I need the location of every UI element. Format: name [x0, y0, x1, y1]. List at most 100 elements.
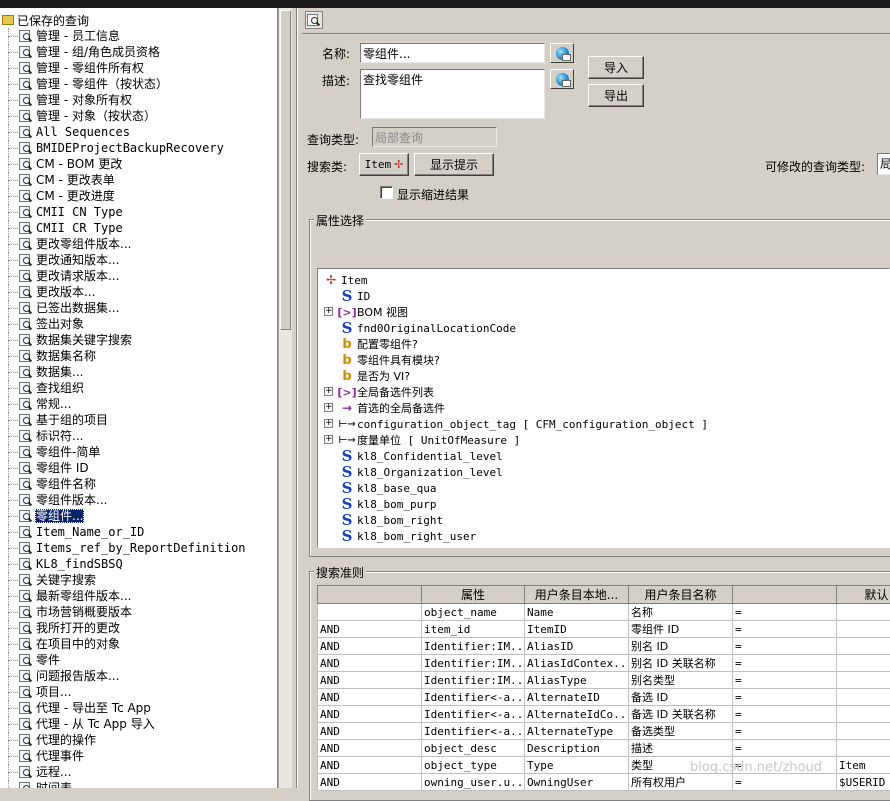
search-class-button[interactable]: Item ✢: [359, 153, 409, 176]
saved-query-item[interactable]: 更改版本...: [0, 284, 278, 300]
saved-query-item[interactable]: 代理事件: [0, 748, 278, 764]
attribute-row[interactable]: +→首选的全局备选件: [340, 400, 445, 416]
attribute-row[interactable]: Skl8_base_qua: [340, 480, 436, 496]
saved-query-item[interactable]: 代理的操作: [0, 732, 278, 748]
criteria-cell[interactable]: AND: [318, 723, 422, 740]
saved-query-item[interactable]: 时间表...: [0, 780, 278, 788]
criteria-cell[interactable]: ItemID: [525, 621, 629, 638]
criteria-cell[interactable]: AlternateType: [525, 723, 629, 740]
criteria-cell[interactable]: 别名 ID 关联名称: [629, 655, 733, 672]
attribute-row[interactable]: +[>]全局备选件列表: [340, 384, 434, 400]
attribute-row[interactable]: Skl8_bom_purp: [340, 496, 436, 512]
criteria-cell[interactable]: AND: [318, 638, 422, 655]
expand-icon[interactable]: +: [324, 403, 333, 412]
saved-query-item[interactable]: Item_Name_or_ID: [0, 524, 278, 540]
criteria-cell[interactable]: [837, 723, 890, 740]
left-scrollbar[interactable]: [278, 8, 292, 788]
criteria-cell[interactable]: AND: [318, 706, 422, 723]
saved-query-item[interactable]: 数据集关键字搜索: [0, 332, 278, 348]
show-hint-button[interactable]: 显示提示: [414, 153, 494, 176]
criteria-cell[interactable]: Identifier:IM...: [422, 655, 525, 672]
saved-query-item[interactable]: CM - BOM 更改: [0, 156, 278, 172]
saved-query-item[interactable]: 零组件版本...: [0, 492, 278, 508]
criteria-cell[interactable]: =: [733, 621, 837, 638]
saved-query-item[interactable]: 数据集...: [0, 364, 278, 380]
criteria-cell[interactable]: [837, 740, 890, 757]
attribute-row[interactable]: +⊢→configuration_object_tag [ CFM_config…: [340, 416, 708, 432]
criteria-cell[interactable]: Identifier:IM...: [422, 638, 525, 655]
criteria-cell[interactable]: AliasType: [525, 672, 629, 689]
saved-query-item[interactable]: CM - 更改进度: [0, 188, 278, 204]
criteria-cell[interactable]: [318, 604, 422, 621]
criteria-cell[interactable]: AND: [318, 621, 422, 638]
criteria-row[interactable]: ANDIdentifier:IM...AliasID别名 ID=: [318, 638, 890, 655]
criteria-cell[interactable]: Type: [525, 757, 629, 774]
criteria-cell[interactable]: 零组件 ID: [629, 621, 733, 638]
criteria-row[interactable]: ANDobject_descDescription描述=: [318, 740, 890, 757]
saved-query-item[interactable]: 远程...: [0, 764, 278, 780]
criteria-cell[interactable]: object_type: [422, 757, 525, 774]
saved-query-item[interactable]: 零件: [0, 652, 278, 668]
saved-query-item[interactable]: 最新零组件版本...: [0, 588, 278, 604]
attribute-row[interactable]: Skl8_Organization_level: [340, 464, 503, 480]
criteria-cell[interactable]: =: [733, 706, 837, 723]
saved-query-item[interactable]: 管理 - 零组件所有权: [0, 60, 278, 76]
criteria-cell[interactable]: [837, 706, 890, 723]
saved-query-item[interactable]: 市场营销概要版本: [0, 604, 278, 620]
saved-query-item[interactable]: 在项目中的对象: [0, 636, 278, 652]
criteria-cell[interactable]: 备选 ID: [629, 689, 733, 706]
saved-query-item[interactable]: 代理 - 导出至 Tc App: [0, 700, 278, 716]
saved-query-item[interactable]: 问题报告版本...: [0, 668, 278, 684]
saved-query-item[interactable]: 更改零组件版本...: [0, 236, 278, 252]
attribute-row[interactable]: SID: [340, 288, 370, 304]
criteria-cell[interactable]: AliasIdContex...: [525, 655, 629, 672]
saved-query-item[interactable]: 常规...: [0, 396, 278, 412]
left-scrollbar-thumb[interactable]: [280, 10, 291, 330]
saved-query-item[interactable]: 零组件...: [0, 508, 278, 524]
criteria-cell[interactable]: Identifier:IM...: [422, 672, 525, 689]
saved-query-item[interactable]: 零组件名称: [0, 476, 278, 492]
criteria-cell[interactable]: object_desc: [422, 740, 525, 757]
name-localize-button[interactable]: [550, 43, 574, 63]
expand-icon[interactable]: +: [324, 419, 333, 428]
saved-query-item[interactable]: CMII CN Type: [0, 204, 278, 220]
saved-query-item[interactable]: BMIDEProjectBackupRecovery: [0, 140, 278, 156]
saved-query-item[interactable]: 管理 - 对象（按状态）: [0, 108, 278, 124]
criteria-column-header[interactable]: [318, 586, 422, 604]
attribute-row[interactable]: b配置零组件?: [340, 336, 418, 352]
attribute-row[interactable]: Skl8_bom_right: [340, 512, 443, 528]
saved-query-item[interactable]: 管理 - 组/角色成员资格: [0, 44, 278, 60]
criteria-row[interactable]: ANDitem_idItemID零组件 ID=: [318, 621, 890, 638]
expand-icon[interactable]: +: [324, 307, 333, 316]
criteria-cell[interactable]: [837, 689, 890, 706]
saved-query-item[interactable]: 零组件-简单: [0, 444, 278, 460]
criteria-column-header[interactable]: [733, 586, 837, 604]
criteria-cell[interactable]: AND: [318, 689, 422, 706]
criteria-column-header[interactable]: 默认: [837, 586, 890, 604]
criteria-cell[interactable]: AND: [318, 740, 422, 757]
criteria-cell[interactable]: AND: [318, 655, 422, 672]
criteria-cell[interactable]: 别名类型: [629, 672, 733, 689]
criteria-column-header[interactable]: 属性: [422, 586, 525, 604]
criteria-cell[interactable]: 名称: [629, 604, 733, 621]
criteria-row[interactable]: ANDIdentifier<-a...AlternateIdCo...备选 ID…: [318, 706, 890, 723]
saved-queries-root[interactable]: 已保存的查询: [2, 12, 89, 28]
saved-query-item[interactable]: 项目...: [0, 684, 278, 700]
attribute-row[interactable]: b是否为 VI?: [340, 368, 410, 384]
criteria-cell[interactable]: AND: [318, 757, 422, 774]
saved-query-item[interactable]: 查找组织: [0, 380, 278, 396]
criteria-cell[interactable]: =: [733, 740, 837, 757]
saved-query-item[interactable]: 管理 - 对象所有权: [0, 92, 278, 108]
criteria-row[interactable]: ANDIdentifier:IM...AliasType别名类型=: [318, 672, 890, 689]
modifiable-query-type-field[interactable]: 局: [877, 153, 890, 175]
saved-query-item[interactable]: All Sequences: [0, 124, 278, 140]
saved-query-item[interactable]: 管理 - 零组件（按状态）: [0, 76, 278, 92]
criteria-cell[interactable]: [837, 672, 890, 689]
saved-query-item[interactable]: 关键字搜索: [0, 572, 278, 588]
attribute-row[interactable]: Skl8_Confidential_level: [340, 448, 503, 464]
saved-query-item[interactable]: 数据集名称: [0, 348, 278, 364]
criteria-row[interactable]: object_nameName名称=: [318, 604, 890, 621]
criteria-cell[interactable]: AliasID: [525, 638, 629, 655]
saved-query-item[interactable]: 更改请求版本...: [0, 268, 278, 284]
saved-query-item[interactable]: 签出对象: [0, 316, 278, 332]
